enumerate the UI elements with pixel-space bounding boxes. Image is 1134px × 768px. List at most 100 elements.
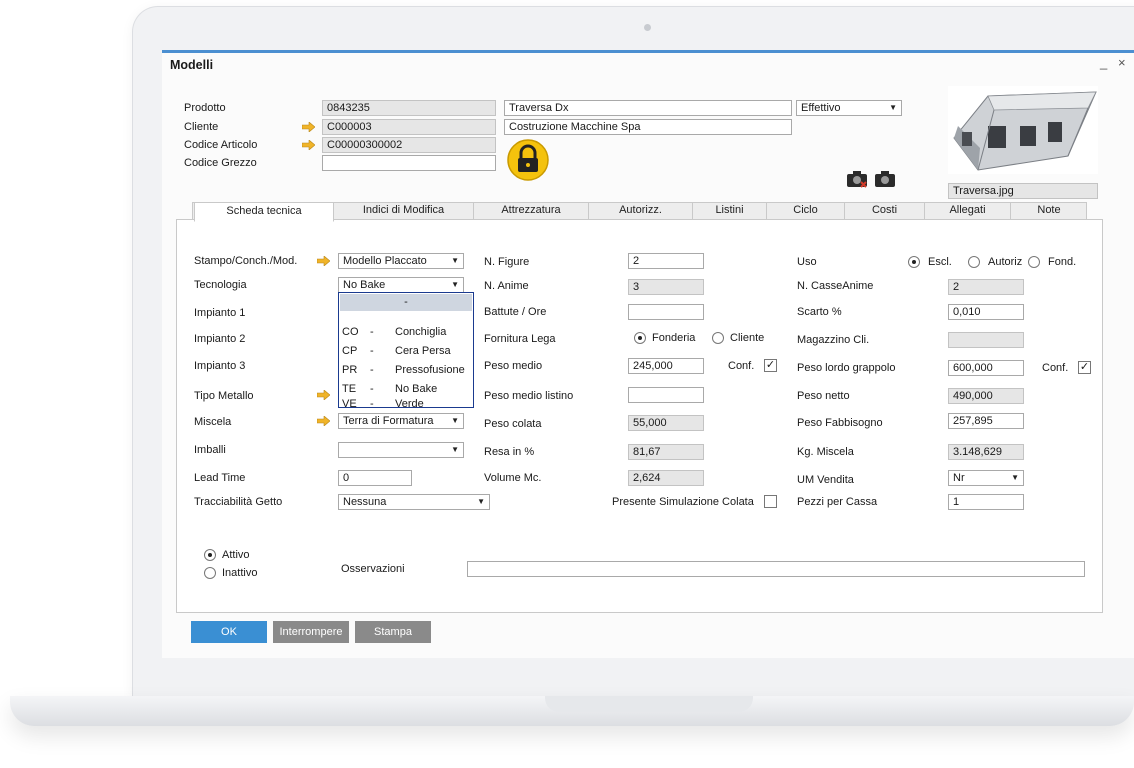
product-image bbox=[948, 86, 1098, 174]
dropdown-option[interactable]: CP - Cera Persa bbox=[342, 342, 472, 360]
link-arrow-icon[interactable] bbox=[302, 122, 315, 132]
n-figure-field[interactable]: 2 bbox=[628, 253, 704, 269]
osservazioni-field[interactable] bbox=[467, 561, 1085, 577]
codice-articolo-label: Codice Articolo bbox=[184, 139, 258, 151]
impianto3-label: Impianto 3 bbox=[194, 360, 246, 372]
close-button[interactable]: × bbox=[1118, 55, 1126, 70]
peso-lordo-field[interactable]: 600,000 bbox=[948, 360, 1024, 376]
tab-scheda-tecnica[interactable]: Scheda tecnica bbox=[194, 202, 334, 222]
resa-field[interactable]: 81,67 bbox=[628, 444, 704, 460]
n-anime-label: N. Anime bbox=[484, 280, 529, 292]
codice-articolo-field[interactable]: C00000300002 bbox=[322, 137, 496, 153]
tab-note[interactable]: Note bbox=[1011, 202, 1087, 220]
n-anime-field[interactable]: 3 bbox=[628, 279, 704, 295]
tab-listini[interactable]: Listini bbox=[693, 202, 767, 220]
impianto2-label: Impianto 2 bbox=[194, 333, 246, 345]
conf-right-checkbox[interactable]: ✓ bbox=[1078, 361, 1091, 374]
tecnologia-select[interactable]: No Bake bbox=[338, 277, 464, 293]
miscela-select[interactable]: Terra di Formatura bbox=[338, 413, 464, 429]
peso-medio-listino-field[interactable] bbox=[628, 387, 704, 403]
inattivo-radio[interactable] bbox=[204, 567, 216, 579]
cliente-name-field[interactable]: Costruzione Macchine Spa bbox=[504, 119, 792, 135]
tab-allegati[interactable]: Allegati bbox=[925, 202, 1011, 220]
um-vendita-select[interactable]: Nr bbox=[948, 470, 1024, 486]
simulazione-checkbox[interactable] bbox=[764, 495, 777, 508]
dropdown-option[interactable]: TE - No Bake bbox=[342, 380, 472, 398]
minimize-button[interactable]: _ bbox=[1100, 55, 1107, 70]
camera-icon bbox=[644, 24, 651, 31]
tracciabilita-label: Tracciabilità Getto bbox=[194, 496, 283, 508]
dropdown-option[interactable]: VE - Verde bbox=[342, 398, 472, 410]
camera-remove-icon[interactable] bbox=[846, 170, 868, 188]
camera-icon[interactable] bbox=[874, 170, 896, 188]
lock-icon[interactable] bbox=[507, 138, 549, 182]
stampo-select[interactable]: Modello Placcato bbox=[338, 253, 464, 269]
option-label: Pressofusione bbox=[395, 364, 465, 376]
fonderia-radio[interactable] bbox=[634, 332, 646, 344]
scarto-label: Scarto % bbox=[797, 306, 842, 318]
uso-escl-radio[interactable] bbox=[908, 256, 920, 268]
fornitura-label: Fornitura Lega bbox=[484, 333, 556, 345]
link-arrow-icon[interactable] bbox=[317, 390, 330, 400]
lead-time-field[interactable]: 0 bbox=[338, 470, 412, 486]
n-casse-field[interactable]: 2 bbox=[948, 279, 1024, 295]
codice-grezzo-label: Codice Grezzo bbox=[184, 157, 257, 169]
scarto-field[interactable]: 0,010 bbox=[948, 304, 1024, 320]
tab-attrezzatura[interactable]: Attrezzatura bbox=[474, 202, 589, 220]
peso-colata-label: Peso colata bbox=[484, 418, 542, 430]
ok-button[interactable]: OK bbox=[191, 621, 267, 643]
peso-colata-field[interactable]: 55,000 bbox=[628, 415, 704, 431]
dropdown-option[interactable]: PR - Pressofusione bbox=[342, 361, 472, 379]
battute-label: Battute / Ore bbox=[484, 306, 547, 318]
status-select[interactable]: Effettivo bbox=[796, 100, 902, 116]
peso-netto-field[interactable]: 490,000 bbox=[948, 388, 1024, 404]
dropdown-option[interactable]: CO - Conchiglia bbox=[342, 323, 472, 341]
codice-grezzo-field[interactable] bbox=[322, 155, 496, 171]
cliente-radio[interactable] bbox=[712, 332, 724, 344]
option-separator: - bbox=[370, 326, 374, 338]
peso-lordo-label: Peso lordo grappolo bbox=[797, 362, 896, 374]
option-code: VE bbox=[342, 398, 357, 410]
um-vendita-label: UM Vendita bbox=[797, 474, 854, 486]
volume-label: Volume Mc. bbox=[484, 472, 542, 484]
link-arrow-icon[interactable] bbox=[317, 416, 330, 426]
link-arrow-icon[interactable] bbox=[317, 256, 330, 266]
kg-miscela-field[interactable]: 3.148,629 bbox=[948, 444, 1024, 460]
window-title: Modelli bbox=[170, 58, 214, 72]
conf-right-label: Conf. bbox=[1042, 362, 1069, 374]
peso-fabb-field[interactable]: 257,895 bbox=[948, 413, 1024, 429]
tab-indici-di-modifica[interactable]: Indici di Modifica bbox=[334, 202, 474, 220]
imballi-select[interactable] bbox=[338, 442, 464, 458]
magazzino-label: Magazzino Cli. bbox=[797, 334, 870, 346]
peso-medio-label: Peso medio bbox=[484, 360, 543, 372]
dropdown-selected-option[interactable]: - bbox=[340, 294, 472, 311]
tab-autorizz[interactable]: Autorizz. bbox=[589, 202, 693, 220]
volume-field[interactable]: 2,624 bbox=[628, 470, 704, 486]
magazzino-field[interactable] bbox=[948, 332, 1024, 348]
stampo-label: Stampo/Conch./Mod. bbox=[194, 255, 298, 267]
option-code: CO bbox=[342, 326, 359, 338]
conf-label: Conf. bbox=[728, 360, 755, 372]
interrompere-button[interactable]: Interrompere bbox=[273, 621, 349, 643]
cliente-code-field[interactable]: C000003 bbox=[322, 119, 496, 135]
option-code: TE bbox=[342, 383, 357, 395]
option-label: Cera Persa bbox=[395, 345, 451, 357]
prodotto-code-field[interactable]: 0843235 bbox=[322, 100, 496, 116]
uso-autoriz-radio[interactable] bbox=[968, 256, 980, 268]
option-label: No Bake bbox=[395, 383, 438, 395]
attivo-radio[interactable] bbox=[204, 549, 216, 561]
tracciabilita-select[interactable]: Nessuna bbox=[338, 494, 490, 510]
battute-field[interactable] bbox=[628, 304, 704, 320]
prodotto-desc-field[interactable]: Traversa Dx bbox=[504, 100, 792, 116]
tab-costi[interactable]: Costi bbox=[845, 202, 925, 220]
stampa-button[interactable]: Stampa bbox=[355, 621, 431, 643]
tab-ciclo[interactable]: Ciclo bbox=[767, 202, 845, 220]
peso-medio-field[interactable]: 245,000 bbox=[628, 358, 704, 374]
pezzi-cassa-field[interactable]: 1 bbox=[948, 494, 1024, 510]
option-separator: - bbox=[370, 383, 374, 395]
conf-checkbox[interactable]: ✓ bbox=[764, 359, 777, 372]
uso-fond-radio[interactable] bbox=[1028, 256, 1040, 268]
simulazione-label: Presente Simulazione Colata bbox=[612, 496, 754, 508]
link-arrow-icon[interactable] bbox=[302, 140, 315, 150]
cliente-label: Cliente bbox=[184, 121, 219, 133]
